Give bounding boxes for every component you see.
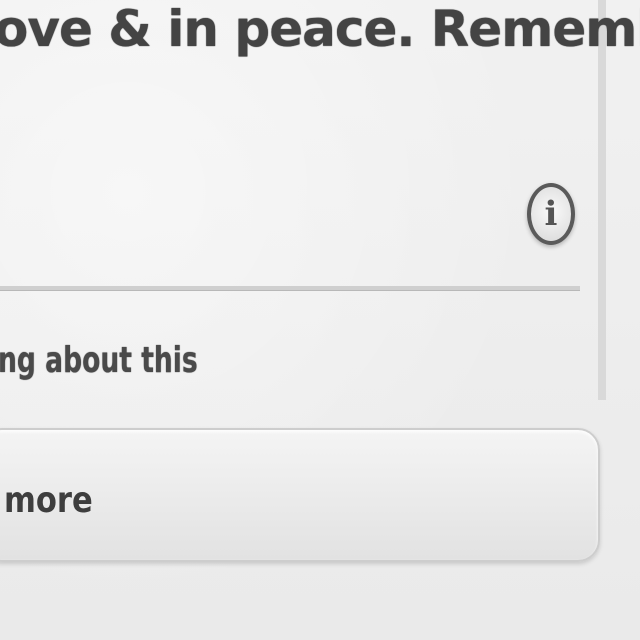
screen: ove & in peace. Remember i ng about this… — [0, 0, 640, 640]
divider — [0, 286, 580, 291]
more-button-label: more — [4, 480, 93, 521]
post-subtext: ng about this — [0, 340, 198, 381]
more-button[interactable]: more — [0, 428, 600, 562]
info-button[interactable]: i — [527, 183, 575, 245]
post-headline: ove & in peace. Remember — [0, 0, 640, 58]
post-panel: ove & in peace. Remember i ng about this — [0, 0, 640, 400]
info-icon: i — [544, 194, 558, 234]
